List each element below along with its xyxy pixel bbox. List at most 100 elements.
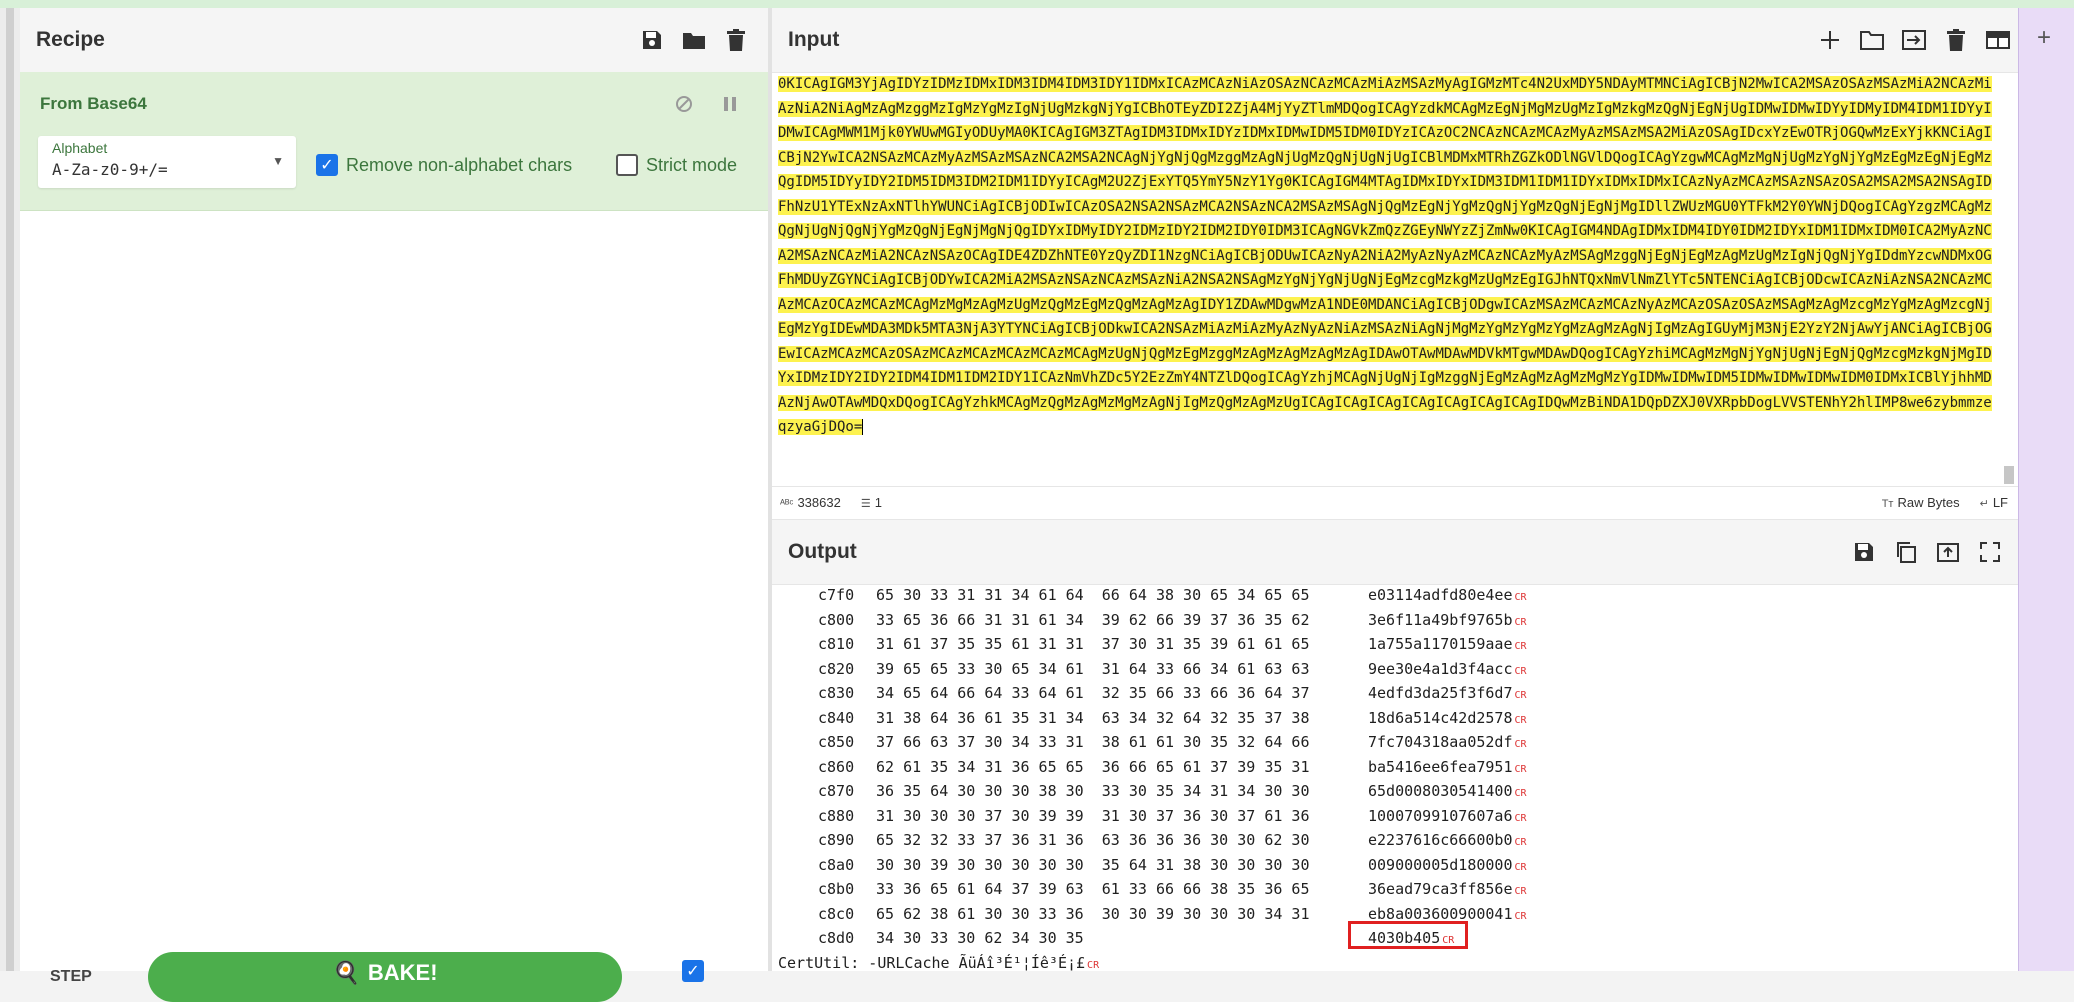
abc-icon: ᴬᴮᶜ bbox=[780, 498, 794, 510]
strict-mode-checkbox[interactable]: Strict mode bbox=[616, 154, 737, 176]
remove-non-alphabet-label: Remove non-alphabet chars bbox=[346, 154, 573, 175]
add-tab-icon[interactable] bbox=[1816, 26, 1844, 54]
row-hex: 62 61 35 34 31 36 65 65 36 66 65 61 37 3… bbox=[876, 757, 1310, 776]
cr-marker: CR bbox=[1514, 763, 1527, 775]
row-hex: 36 35 64 30 30 30 38 30 33 30 35 34 31 3… bbox=[876, 782, 1310, 800]
row-hex: 39 65 65 33 30 65 34 61 31 64 33 66 34 6… bbox=[876, 659, 1310, 678]
eol-button[interactable]: ↵ LF bbox=[1980, 495, 2008, 510]
row-text: 009000005d180000 bbox=[1368, 855, 1513, 874]
row-text: 10007099107607a6 bbox=[1368, 806, 1513, 825]
row-text-wrap: 3e6f11a49bf9765b CR bbox=[1368, 611, 1527, 629]
cr-marker: CR bbox=[1442, 935, 1455, 946]
row-hex: 34 65 64 66 64 33 64 61 32 35 66 33 66 3… bbox=[876, 684, 1310, 702]
row-text: 7fc704318aa052df bbox=[1368, 733, 1513, 751]
input-title: Input bbox=[788, 28, 840, 51]
row-offset: c8a0 bbox=[818, 855, 855, 874]
row-hex: 31 61 37 35 35 61 31 31 37 30 31 35 39 6… bbox=[876, 635, 1310, 653]
row-offset: c850 bbox=[818, 733, 855, 751]
row-text: 9ee30e4a1d3f4acc bbox=[1368, 659, 1513, 678]
cr-marker: CR bbox=[1514, 641, 1527, 652]
cr-marker: CR bbox=[1514, 714, 1527, 726]
output-title: Output bbox=[788, 540, 857, 563]
row-hex: 65 32 32 33 37 36 31 36 63 36 36 36 30 3… bbox=[876, 831, 1310, 849]
length-indicator: ᴬᴮᶜ 338632 bbox=[780, 495, 841, 510]
open-folder-icon[interactable] bbox=[1858, 26, 1886, 54]
auto-bake-checkbox[interactable]: ✓ bbox=[682, 960, 704, 982]
bake-label: BAKE! bbox=[367, 960, 438, 985]
import-icon[interactable] bbox=[1900, 26, 1928, 54]
recipe-title: Recipe bbox=[36, 28, 105, 51]
row-text: 65d0008030541400 bbox=[1368, 782, 1513, 800]
row-text: 4edfd3da25f3f6d7 bbox=[1368, 684, 1513, 702]
cr-marker: CR bbox=[1514, 616, 1527, 628]
remove-non-alphabet-checkbox[interactable]: ✓ Remove non-alphabet chars bbox=[316, 154, 572, 176]
last-line-text: CertUtil: -URLCache ÃüÁî³É¹¦Íê³É¡£ bbox=[778, 953, 1086, 972]
row-hex: 34 30 33 30 62 34 30 35 bbox=[876, 929, 1084, 947]
row-text-wrap: 1a755a1170159aae CR bbox=[1368, 635, 1527, 653]
cr-marker: CR bbox=[1514, 665, 1527, 677]
chef-hat-icon: 🍳 bbox=[332, 960, 360, 985]
add-icon[interactable]: + bbox=[2037, 24, 2051, 52]
row-offset: c7f0 bbox=[818, 586, 855, 604]
row-text-wrap: 4edfd3da25f3f6d7 CR bbox=[1368, 684, 1527, 702]
row-hex: 33 65 36 66 31 31 61 34 39 62 66 39 37 3… bbox=[876, 610, 1310, 629]
cr-marker: CR bbox=[1514, 788, 1527, 799]
input-scrollbar[interactable] bbox=[2004, 466, 2014, 484]
row-text-wrap: 10007099107607a6 CR bbox=[1368, 807, 1527, 825]
row-hex: 31 30 30 30 37 30 39 39 31 30 37 36 30 3… bbox=[876, 806, 1310, 825]
strict-mode-label: Strict mode bbox=[646, 154, 738, 175]
left-scrollbar[interactable] bbox=[6, 8, 14, 971]
save-icon[interactable] bbox=[638, 26, 666, 54]
input-header: Input bbox=[772, 8, 2018, 73]
row-text-wrap: 65d0008030541400 CR bbox=[1368, 782, 1527, 800]
alphabet-value: A-Za-z0-9+/= bbox=[52, 160, 168, 179]
layout-icon[interactable] bbox=[1984, 26, 2012, 54]
disable-icon[interactable] bbox=[670, 90, 698, 118]
cr-marker: CR bbox=[1514, 910, 1527, 922]
bake-button[interactable]: 🍳 BAKE! bbox=[148, 952, 622, 1002]
output-last-line: CertUtil: -URLCache ÃüÁî³É¹¦Íê³É¡£ CR bbox=[778, 954, 1099, 972]
cr-marker: CR bbox=[1514, 812, 1527, 824]
row-hex: 65 62 38 61 30 30 33 36 30 30 39 30 30 3… bbox=[876, 904, 1310, 923]
pause-icon[interactable] bbox=[716, 90, 744, 118]
row-text-wrap: e2237616c66600b0 CR bbox=[1368, 831, 1527, 849]
cr-marker: CR bbox=[1514, 739, 1527, 750]
row-text: ba5416ee6fea7951 bbox=[1368, 757, 1513, 776]
row-text-wrap: e03114adfd80e4ee CR bbox=[1368, 586, 1527, 604]
cr-marker: CR bbox=[1514, 690, 1527, 701]
input-textarea[interactable]: 0KICAgIGM3YjAgIDYzIDMzIDMxIDM3IDM4IDM3ID… bbox=[778, 72, 2000, 486]
chevron-down-icon: ▼ bbox=[272, 154, 284, 168]
cr-marker: CR bbox=[1514, 837, 1527, 848]
operation-title: From Base64 bbox=[40, 94, 147, 113]
row-offset: c810 bbox=[818, 635, 855, 653]
clear-input-icon[interactable] bbox=[1942, 26, 1970, 54]
maximize-icon[interactable] bbox=[1976, 538, 2004, 566]
row-text: 18d6a514c42d2578 bbox=[1368, 708, 1513, 727]
io-panel: Input 0KICAgIGM3YjAgIDYzIDMzIDMxIDM3IDM4… bbox=[772, 8, 2018, 971]
cr-marker: CR bbox=[1514, 592, 1527, 603]
lines-icon: ☰ bbox=[860, 498, 871, 510]
row-hex: 37 66 63 37 30 34 33 31 38 61 61 30 35 3… bbox=[876, 733, 1310, 751]
row-offset: c8d0 bbox=[818, 929, 855, 947]
folder-icon[interactable] bbox=[680, 26, 708, 54]
row-text: e2237616c66600b0 bbox=[1368, 831, 1513, 849]
input-text: 0KICAgIGM3YjAgIDYzIDMzIDMxIDM3IDM4IDM3ID… bbox=[778, 76, 1992, 435]
row-text: 3e6f11a49bf9765b bbox=[1368, 610, 1513, 629]
cr-marker: CR bbox=[1087, 959, 1100, 971]
trash-icon[interactable] bbox=[722, 26, 750, 54]
right-side-pane: + bbox=[2018, 8, 2074, 971]
checkbox-unchecked-icon[interactable] bbox=[616, 154, 638, 176]
row-hex: 33 36 65 61 64 37 39 63 61 33 66 66 38 3… bbox=[876, 880, 1310, 898]
checkbox-checked-icon[interactable]: ✓ bbox=[316, 154, 338, 176]
save-output-icon[interactable] bbox=[1850, 538, 1878, 566]
copy-icon[interactable] bbox=[1892, 538, 1920, 566]
from-base64-operation[interactable]: From Base64 Alphabet A-Za-z0-9+/= ▼ ✓ Re… bbox=[20, 72, 768, 211]
alphabet-select[interactable]: Alphabet A-Za-z0-9+/= ▼ bbox=[38, 136, 296, 188]
input-status-bar: ᴬᴮᶜ 338632 ☰ 1 Tт Raw Bytes ↵ LF bbox=[772, 486, 2018, 520]
row-text-wrap: 7fc704318aa052df CR bbox=[1368, 733, 1527, 751]
output-textarea[interactable]: c7f0 65 30 33 31 31 34 61 64 66 64 38 30 … bbox=[772, 584, 2018, 971]
row-offset: c8c0 bbox=[818, 904, 855, 923]
row-offset: c820 bbox=[818, 659, 855, 678]
replace-input-icon[interactable] bbox=[1934, 538, 1962, 566]
raw-bytes-button[interactable]: Tт Raw Bytes bbox=[1882, 495, 1960, 510]
